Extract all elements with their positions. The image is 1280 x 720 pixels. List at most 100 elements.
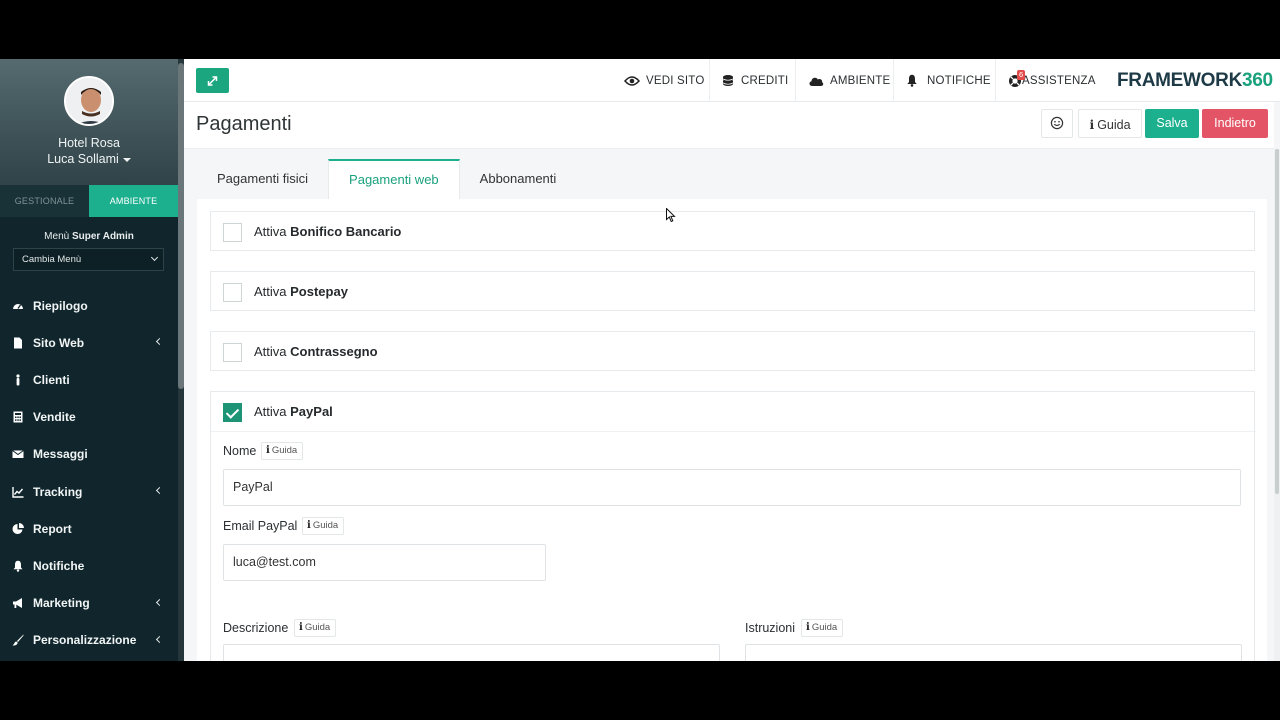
menu-title-role: Super Admin [71,231,134,242]
dashboard-icon [12,300,24,312]
mouse-cursor-icon [666,208,676,223]
file-icon [12,337,24,349]
save-button[interactable]: Salva [1145,109,1199,138]
sidebar-profile: Hotel Rosa Luca Sollami [0,59,184,185]
paypal-text-fields: Descrizione i Guida Istruzioni i Guida [210,619,1255,661]
chevron-left-icon [155,486,164,494]
postepay-checkbox[interactable] [223,283,242,302]
user-menu[interactable]: Luca Sollami [0,152,178,166]
sidebar-item-clienti[interactable]: Clienti [0,361,178,398]
sidebar-item-label: Tracking [33,484,83,499]
menu-select[interactable]: Cambia Menù [13,248,164,271]
sidebar-item-label: Sito Web [33,335,85,350]
nav-label: NOTIFICHE [927,74,991,87]
email-input[interactable]: luca@test.com [223,544,546,581]
chevron-left-icon [155,598,164,606]
brand-logo[interactable]: FRAMEWORK360 [1117,70,1273,92]
page-header: Pagamenti i Guida Salva Indietro [184,102,1274,149]
sidebar-item-label: Riepilogo [33,298,88,313]
topbar: VEDI SITO CREDITI AMBIENTE NOTIFICHE ASS… [184,59,1280,102]
sidebar-item-notifiche[interactable]: Notifiche [0,547,178,584]
sidebar: Hotel Rosa Luca Sollami GESTIONALE AMBIE… [0,59,184,661]
sidebar-item-label: Vendite [33,410,76,425]
nav-ambiente[interactable]: AMBIENTE [808,59,890,102]
option-name: Contrassegno [290,344,378,359]
sidebar-item-report[interactable]: Report [0,510,178,547]
istruzioni-textarea[interactable] [745,644,1242,661]
nav-notifiche[interactable]: NOTIFICHE [906,59,991,102]
nome-label: Nome [223,444,257,458]
sidebar-item-label: Notifiche [33,558,85,573]
istruzioni-label: Istruzioni [745,621,796,635]
sidebar-item-messaggi[interactable]: Messaggi [0,436,178,473]
option-contrassegno: Attiva Contrassegno [210,331,1255,371]
email-guida-tag[interactable]: i Guida [302,517,345,535]
guida-tag-label: Guida [312,520,339,531]
feedback-button[interactable] [1041,109,1073,138]
notification-badge: 6 [1017,70,1026,80]
option-label: Attiva Bonifico Bancario [254,224,401,239]
guida-tag-label: Guida [271,445,298,456]
user-name: Luca Sollami [47,152,119,166]
chevron-left-icon [155,635,164,643]
nav-crediti[interactable]: CREDITI [721,59,788,102]
tab-pagamenti-fisici[interactable]: Pagamenti fisici [197,159,328,199]
tab-abbonamenti[interactable]: Abbonamenti [460,159,577,199]
fullscreen-button[interactable] [196,68,229,93]
option-prefix: Attiva [254,344,287,359]
option-name: Bonifico Bancario [290,224,402,239]
logo-text: FRAMEWORK [1117,70,1243,91]
pie-chart-icon [12,522,24,535]
payment-tabs: Pagamenti fisici Pagamenti web Abbonamen… [197,159,576,199]
sidebar-item-riepilogo[interactable]: Riepilogo [0,287,178,324]
envelope-icon [12,448,24,460]
caret-down-icon [122,157,131,162]
coins-icon [721,74,735,87]
istruzioni-guida-tag[interactable]: i Guida [801,619,844,637]
descrizione-textarea[interactable] [223,644,720,661]
descrizione-guida-tag[interactable]: i Guida [294,619,337,637]
sidebar-item-label: Clienti [33,372,70,387]
smile-icon [1050,116,1064,130]
sidebar-item-marketing[interactable]: Marketing [0,585,178,622]
contrassegno-checkbox[interactable] [223,343,242,362]
avatar[interactable] [64,76,114,126]
nome-input[interactable]: PayPal [223,469,1241,506]
nav-vedi-sito[interactable]: VEDI SITO [624,59,704,102]
back-button[interactable]: Indietro [1202,109,1268,138]
divider [995,59,996,102]
divider [709,59,710,102]
sidebar-item-vendite[interactable]: Vendite [0,399,178,436]
option-label: Attiva PayPal [254,404,333,419]
page-scrollbar[interactable] [1274,149,1280,661]
info-icon: i [266,445,270,456]
info-icon: i [307,520,311,531]
page-title: Pagamenti [196,113,292,135]
tab-pagamenti-web[interactable]: Pagamenti web [328,159,460,199]
option-paypal: Attiva PayPal Nome i Guida PayPal Email P… [210,391,1256,631]
option-name: Postepay [290,284,348,299]
divider [211,431,1256,432]
info-icon: i [806,622,810,633]
guida-label: Guida [1097,118,1131,132]
cloud-icon [808,75,824,87]
bell-icon [906,74,918,87]
nome-guida-tag[interactable]: i Guida [261,442,304,460]
bonifico-checkbox[interactable] [223,223,242,242]
guida-button[interactable]: i Guida [1078,109,1142,138]
scrollbar-thumb[interactable] [1275,149,1279,494]
line-chart-icon [12,486,24,498]
option-prefix: Attiva [254,224,287,239]
paypal-checkbox[interactable] [223,403,242,422]
option-label: Attiva Postepay [254,284,348,299]
option-name: PayPal [290,404,333,419]
nav-assistenza[interactable]: ASSISTENZA [1008,59,1096,102]
tab-gestionale[interactable]: GESTIONALE [0,185,89,217]
sidebar-item-personalizzazione[interactable]: Personalizzazione [0,622,178,659]
sidebar-item-tracking[interactable]: Tracking [0,473,178,510]
info-icon: i [1089,117,1095,132]
tab-ambiente[interactable]: AMBIENTE [89,185,178,217]
menu-title-prefix: Menù [44,231,70,242]
megaphone-icon [12,597,24,609]
sidebar-item-sito-web[interactable]: Sito Web [0,324,178,361]
